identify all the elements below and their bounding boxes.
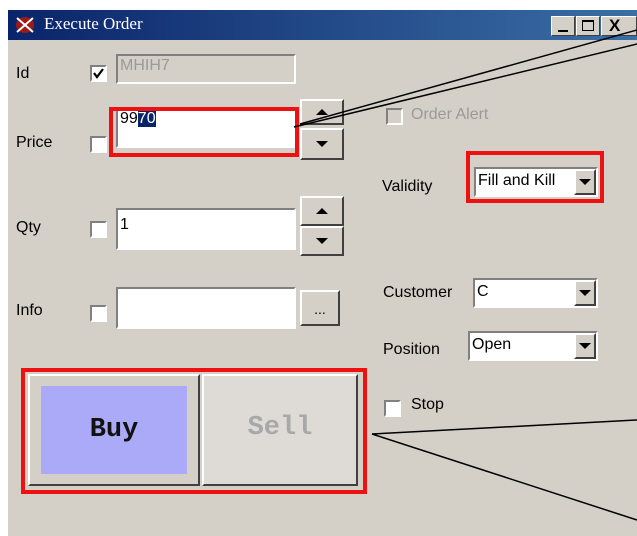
position-label: Position: [383, 341, 440, 358]
customer-value: C: [477, 283, 489, 300]
price-down-button[interactable]: [300, 128, 344, 160]
position-select[interactable]: Open: [468, 331, 598, 361]
qty-down-button[interactable]: [300, 226, 344, 256]
checkmark-icon: [93, 68, 104, 79]
id-checkbox[interactable]: [90, 65, 107, 82]
id-label: Id: [16, 65, 30, 82]
close-button[interactable]: X: [601, 16, 637, 36]
qty-up-button[interactable]: [300, 196, 344, 226]
info-checkbox[interactable]: [90, 305, 107, 322]
position-value: Open: [472, 336, 512, 353]
order-alert-checkbox[interactable]: [386, 108, 403, 125]
stop-label: Stop: [411, 396, 444, 413]
validity-label: Validity: [382, 178, 433, 195]
arrow-up-icon: [316, 109, 328, 115]
app-icon: [16, 17, 34, 33]
stop-checkbox[interactable]: [384, 400, 401, 417]
price-checkbox[interactable]: [90, 136, 107, 153]
qty-checkbox[interactable]: [90, 221, 107, 238]
arrow-down-icon: [316, 141, 328, 147]
qty-label: Qty: [16, 219, 41, 236]
maximize-icon: [582, 20, 594, 31]
qty-field[interactable]: 1: [116, 208, 296, 250]
window-title: Execute Order: [44, 14, 143, 33]
customer-label: Customer: [383, 284, 453, 301]
chevron-down-icon: [579, 343, 591, 349]
order-alert-label: Order Alert: [411, 106, 489, 123]
customer-select[interactable]: C: [473, 278, 598, 308]
customer-dropdown-button[interactable]: [574, 280, 596, 306]
price-up-button[interactable]: [300, 99, 344, 125]
position-dropdown-button[interactable]: [574, 333, 596, 359]
minimize-button[interactable]: [551, 16, 575, 36]
validity-highlight: [466, 151, 604, 203]
info-browse-button[interactable]: ...: [300, 290, 340, 326]
maximize-button[interactable]: [576, 16, 600, 36]
chevron-down-icon: [579, 290, 591, 296]
info-field[interactable]: [116, 287, 296, 329]
minimize-icon: [558, 30, 568, 32]
id-field[interactable]: MHIH7: [116, 54, 296, 84]
arrow-down-icon: [316, 238, 328, 244]
execute-order-window: Execute Order X Id MHIH7 Price 9970 Qty …: [8, 10, 637, 536]
price-label: Price: [16, 134, 53, 151]
buy-sell-highlight: [21, 368, 367, 494]
price-highlight: [109, 107, 299, 157]
close-icon: X: [609, 16, 621, 35]
info-label: Info: [16, 302, 43, 319]
title-bar[interactable]: Execute Order X: [8, 10, 637, 40]
arrow-up-icon: [316, 208, 328, 214]
